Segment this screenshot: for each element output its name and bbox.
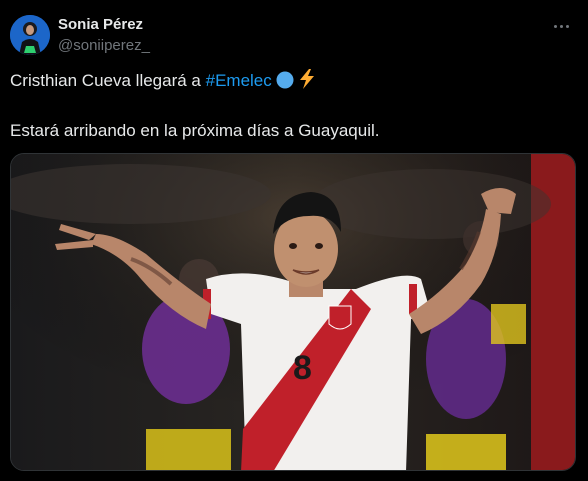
- more-options-icon[interactable]: [548, 14, 574, 38]
- tweet-photo[interactable]: 8: [10, 153, 576, 471]
- tweet-text-line-1: Cristhian Cueva llegará a #Emelec: [10, 69, 316, 96]
- author-name[interactable]: Sonia Pérez: [58, 15, 143, 35]
- tweet-text-line-2: Estará arribando en la próxima días a Gu…: [10, 121, 380, 140]
- avatar[interactable]: [10, 15, 50, 55]
- tweet-card[interactable]: Sonia Pérez @soniiperez_ Cristhian Cueva…: [0, 0, 588, 481]
- jersey-number: 8: [293, 349, 312, 387]
- hashtag-link[interactable]: #Emelec: [206, 71, 272, 90]
- blue-circle-emoji-icon: [276, 71, 294, 96]
- lightning-emoji-icon: [298, 69, 316, 96]
- author-handle[interactable]: @soniiperez_: [58, 36, 150, 56]
- tweet-text-part: Cristhian Cueva llegará a: [10, 71, 206, 90]
